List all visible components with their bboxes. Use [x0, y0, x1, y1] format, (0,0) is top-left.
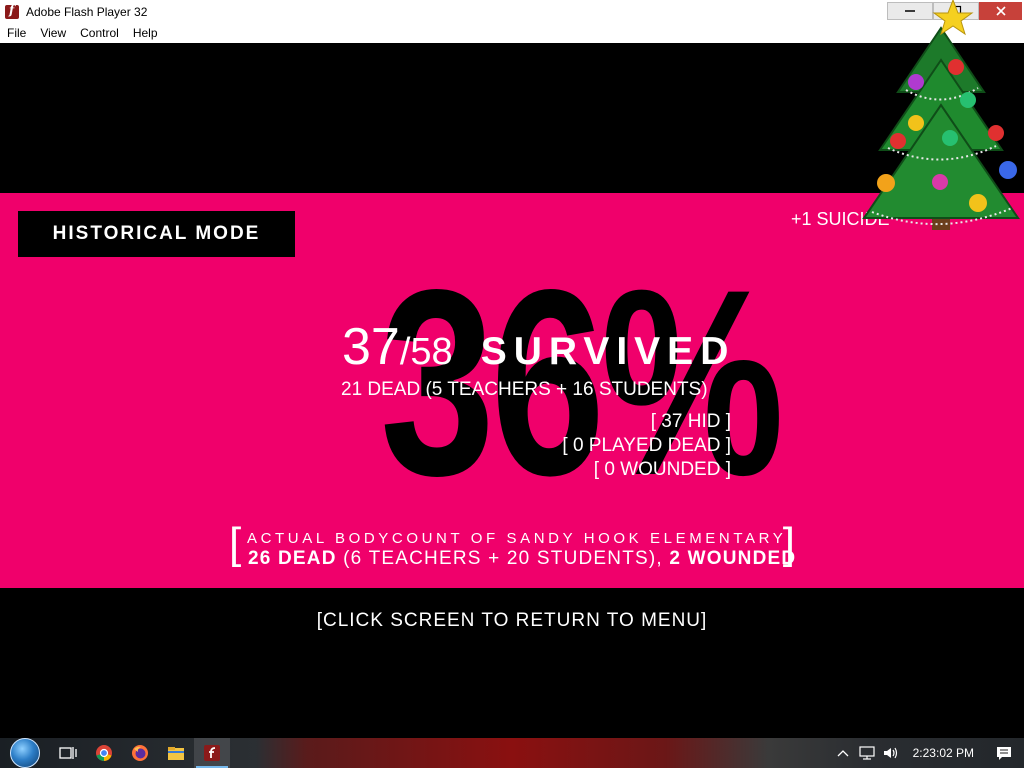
system-tray: 2:23:02 PM	[831, 738, 1024, 768]
network-button[interactable]	[855, 738, 879, 768]
task-view-icon	[59, 747, 77, 759]
return-to-menu-prompt[interactable]: [CLICK SCREEN TO RETURN TO MENU]	[0, 610, 1024, 632]
flash-player-icon	[204, 745, 220, 761]
bracket-left: [	[229, 519, 242, 568]
actual-bodycount: [ ACTUAL BODYCOUNT OF SANDY HOOK ELEMENT…	[229, 522, 796, 572]
file-explorer-icon	[168, 747, 184, 760]
mode-badge: HISTORICAL MODE	[18, 211, 295, 257]
actual-title: ACTUAL BODYCOUNT OF SANDY HOOK ELEMENTAR…	[247, 530, 787, 547]
flash-player-taskbar-button[interactable]	[194, 738, 230, 768]
menu-control[interactable]: Control	[73, 26, 126, 40]
start-button[interactable]	[0, 738, 50, 768]
menu-view[interactable]: View	[33, 26, 73, 40]
screen: Adobe Flash Player 32 File View Control …	[0, 0, 1024, 768]
actual-dead-detail: (6 TEACHERS + 20 STUDENTS),	[336, 548, 670, 569]
volume-button[interactable]	[879, 738, 903, 768]
menu-file[interactable]: File	[0, 26, 33, 40]
bracket-right: ]	[782, 519, 795, 568]
christmas-tree-icon	[862, 0, 1020, 230]
show-hidden-icons-button[interactable]	[831, 738, 855, 768]
actual-dead: 26 DEAD	[248, 548, 337, 569]
dead-summary: 21 DEAD (5 TEACHERS + 16 STUDENTS)	[341, 379, 708, 400]
survived-word: SURVIVED	[480, 330, 736, 373]
task-view-button[interactable]	[50, 738, 86, 768]
action-center-icon	[997, 746, 1011, 760]
volume-icon	[883, 747, 897, 759]
survived-count: 37	[342, 318, 400, 376]
survived-total: 58	[410, 331, 453, 373]
network-icon	[859, 746, 875, 760]
stat-wounded: [ 0 WOUNDED ]	[593, 459, 731, 480]
mode-label: HISTORICAL MODE	[52, 223, 261, 244]
survived-slash: /	[399, 331, 411, 373]
stat-hid: [ 37 HID ]	[650, 411, 731, 432]
menu-help[interactable]: Help	[126, 26, 165, 40]
start-orb-icon	[10, 738, 40, 768]
chevron-up-icon	[837, 750, 849, 757]
firefox-icon	[132, 745, 148, 761]
actual-detail: 26 DEAD (6 TEACHERS + 20 STUDENTS), 2 WO…	[248, 548, 796, 570]
window-title: Adobe Flash Player 32	[26, 4, 148, 19]
file-explorer-taskbar-button[interactable]	[158, 738, 194, 768]
stat-breakdown: [ 37 HID ] [ 0 PLAYED DEAD ] [ 0 WOUNDED…	[562, 410, 731, 482]
chrome-taskbar-button[interactable]	[86, 738, 122, 768]
stat-played-dead: [ 0 PLAYED DEAD ]	[562, 435, 731, 456]
action-center-button[interactable]	[984, 738, 1024, 768]
survived-summary: 37 / 58 SURVIVED	[342, 317, 735, 377]
flash-player-icon	[5, 3, 19, 19]
results-panel: 36% HISTORICAL MODE +1 SUICIDE 37 / 58 S…	[0, 193, 1024, 588]
actual-wounded: 2 WOUNDED	[669, 548, 797, 569]
chrome-icon	[96, 745, 112, 761]
taskbar: 2:23:02 PM	[0, 738, 1024, 768]
taskbar-clock[interactable]: 2:23:02 PM	[903, 746, 984, 760]
firefox-taskbar-button[interactable]	[122, 738, 158, 768]
